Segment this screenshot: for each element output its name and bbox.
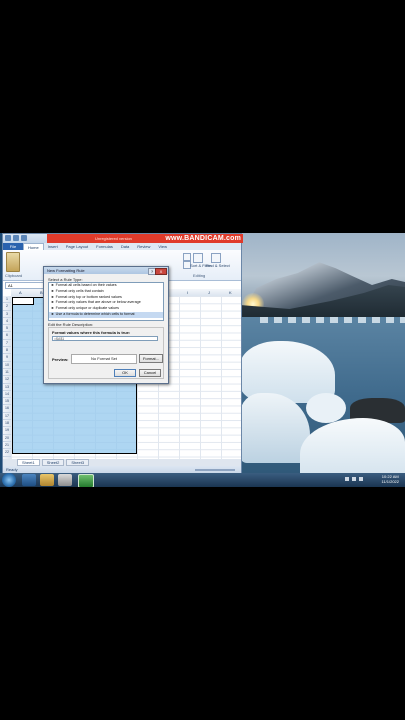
format-preview: No Format Set (71, 354, 137, 364)
start-button-icon[interactable] (2, 473, 16, 487)
ok-button[interactable]: OK (114, 369, 136, 377)
tab-data[interactable]: Data (117, 243, 133, 250)
row-header[interactable]: 3 (3, 311, 11, 318)
row-header[interactable]: 21 (3, 442, 11, 450)
quick-access-toolbar (5, 235, 27, 242)
tray-date: 11/1/2022 (381, 479, 400, 484)
row-header[interactable]: 10 (3, 362, 11, 369)
bandicam-brand: www.BANDICAM.com (165, 235, 241, 242)
formula-input[interactable]: =$A$1 (52, 336, 158, 341)
row-header[interactable]: 7 (3, 340, 11, 348)
row-header[interactable]: 11 (3, 369, 11, 377)
dialog-title: New Formatting Rule (47, 268, 85, 273)
row-header[interactable]: 22 (3, 449, 11, 457)
tray-volume-icon[interactable] (359, 477, 363, 481)
row-header[interactable]: 17 (3, 413, 11, 421)
tab-file[interactable]: File (3, 243, 23, 250)
clipboard-group-label: Clipboard (5, 273, 23, 278)
preview-label: Preview: (52, 357, 69, 362)
ribbon-tabs: File Home Insert Page Layout Formulas Da… (3, 243, 241, 250)
row-header[interactable]: 1 (3, 296, 11, 304)
row-header[interactable]: 19 (3, 427, 11, 435)
status-text: Ready (6, 467, 18, 472)
column-header[interactable]: J (208, 289, 210, 296)
sigma-icon[interactable] (183, 253, 191, 261)
row-header[interactable]: 2 (3, 303, 11, 311)
sheet-tab-2[interactable]: Sheet2 (41, 459, 65, 466)
sheet-tabs: Sheet1 Sheet2 Sheet3 (3, 459, 241, 466)
tab-view[interactable]: View (154, 243, 171, 250)
row-header[interactable]: 13 (3, 384, 11, 391)
row-header[interactable]: 8 (3, 347, 11, 355)
media-player-icon[interactable] (58, 474, 72, 486)
bandicam-note: Unregistered version (95, 236, 132, 241)
row-header[interactable]: 14 (3, 391, 11, 399)
close-button[interactable]: X (155, 268, 167, 275)
row-header[interactable]: 16 (3, 405, 11, 413)
tab-review[interactable]: Review (133, 243, 154, 250)
tab-page-layout[interactable]: Page Layout (62, 243, 92, 250)
rule-type-item-selected[interactable]: ► Use a formula to determine which cells… (49, 311, 163, 318)
row-header[interactable]: 15 (3, 398, 11, 406)
row-header[interactable]: 18 (3, 420, 11, 428)
sheet-tab-1[interactable]: Sheet1 (17, 459, 40, 466)
format-button[interactable]: Format... (139, 354, 163, 363)
sort-filter-icon[interactable] (193, 253, 203, 263)
find-select-label[interactable]: Find & Select (206, 263, 230, 268)
editing-group-label: Editing (193, 273, 206, 278)
row-header[interactable]: 4 (3, 318, 11, 326)
excel-window: Book1 - Microsoft Excel (Product Activat… (2, 233, 243, 477)
file-explorer-icon[interactable] (40, 474, 54, 486)
column-header[interactable]: I (187, 289, 188, 296)
internet-explorer-icon[interactable] (22, 474, 36, 486)
save-icon[interactable] (13, 235, 19, 241)
dialog-titlebar[interactable]: New Formatting Rule ? X (44, 267, 168, 275)
find-select-icon[interactable] (211, 253, 221, 263)
cancel-button[interactable]: Cancel (139, 369, 161, 377)
tab-insert[interactable]: Insert (44, 243, 62, 250)
sheet-tab-3[interactable]: Sheet3 (66, 459, 90, 466)
column-header[interactable]: K (229, 289, 232, 296)
active-cell[interactable] (12, 297, 34, 305)
tab-home[interactable]: Home (23, 243, 44, 250)
row-header[interactable]: 9 (3, 354, 11, 362)
row-header[interactable]: 20 (3, 435, 11, 442)
column-header[interactable]: A (19, 289, 22, 296)
tray-flag-icon[interactable] (345, 477, 349, 481)
zoom-slider[interactable] (195, 469, 235, 471)
desktop-wallpaper (240, 233, 405, 473)
tab-formulas[interactable]: Formulas (92, 243, 117, 250)
row-header[interactable]: 12 (3, 376, 11, 384)
row-header[interactable]: 5 (3, 325, 11, 333)
bandicam-watermark: Unregistered version www.BANDICAM.com (47, 234, 243, 243)
undo-icon[interactable] (21, 235, 27, 241)
new-formatting-rule-dialog: New Formatting Rule ? X Select a Rule Ty… (43, 266, 169, 384)
tray-network-icon[interactable] (352, 477, 356, 481)
excel-taskbar-icon[interactable] (78, 474, 94, 487)
tray-clock[interactable]: 10:22 AM 11/1/2022 (382, 474, 400, 484)
excel-app-icon[interactable] (5, 235, 11, 241)
paste-button[interactable] (6, 252, 20, 272)
row-header[interactable]: 6 (3, 332, 11, 340)
rule-type-list: ► Format all cells based on their values… (48, 282, 164, 321)
screen-recording: Book1 - Microsoft Excel (Product Activat… (0, 233, 405, 487)
formula-label: Format values where this formula is true… (52, 330, 131, 335)
taskbar: 10:22 AM 11/1/2022 (0, 473, 405, 487)
